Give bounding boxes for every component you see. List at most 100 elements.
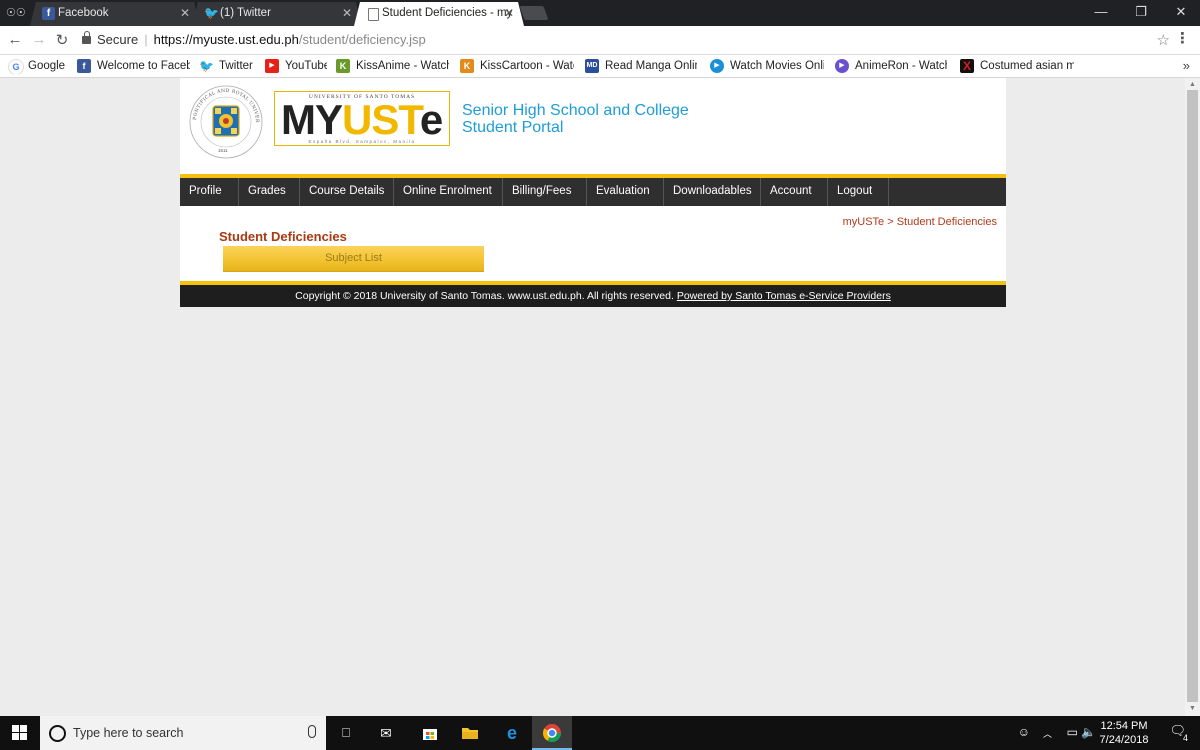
myuste-logo[interactable]: UNIVERSITY OF SANTO TOMAS MYUSTe España … bbox=[274, 91, 450, 146]
forward-arrow-icon[interactable]: → bbox=[30, 31, 48, 48]
bookmark-facebook[interactable]: f Welcome to Faceboo bbox=[77, 58, 190, 74]
page-title: Student Deficiencies bbox=[219, 229, 347, 244]
bookmark-watch-movies[interactable]: ▶ Watch Movies Onlin bbox=[710, 58, 824, 74]
facebook-icon: f bbox=[77, 59, 91, 73]
bookmark-animeron[interactable]: ▶ AnimeRon - Watch A bbox=[835, 58, 947, 74]
incognito-icon: ☉☉ bbox=[6, 7, 26, 19]
edge-icon[interactable]: e bbox=[500, 721, 524, 745]
bookmark-read-manga[interactable]: MD Read Manga Online bbox=[585, 58, 697, 74]
cortana-icon bbox=[49, 725, 66, 742]
bookmark-star-icon[interactable]: ☆ bbox=[1157, 31, 1170, 49]
store-icon[interactable] bbox=[418, 721, 442, 745]
x-site-icon: X bbox=[960, 59, 974, 73]
close-window-icon[interactable]: ✕ bbox=[1166, 4, 1196, 20]
portal-title-line2: Student Portal bbox=[462, 119, 564, 136]
kissanime-icon: K bbox=[336, 59, 350, 73]
nav-evaluation[interactable]: Evaluation bbox=[587, 178, 664, 206]
tab-student-deficiencies[interactable]: Student Deficiencies - my ✕ bbox=[354, 2, 524, 26]
bookmark-twitter[interactable]: 🐦 Twitter bbox=[199, 58, 257, 74]
nav-profile[interactable]: Profile bbox=[180, 178, 239, 206]
tab-twitter[interactable]: 🐦 (1) Twitter ✕ bbox=[192, 2, 362, 26]
nav-course-details[interactable]: Course Details bbox=[300, 178, 394, 206]
footer-powered-by-link[interactable]: Powered by Santo Tomas e-Service Provide… bbox=[677, 290, 891, 302]
bookmark-kisscartoon[interactable]: K KissCartoon - Watch bbox=[460, 58, 574, 74]
taskbar-clock[interactable]: 12:54 PM 7/24/2018 bbox=[1098, 719, 1150, 747]
twitter-icon: 🐦 bbox=[204, 6, 219, 20]
bookmark-label: KissAnime - Watch & bbox=[356, 60, 449, 72]
task-view-icon[interactable]: ⎕ bbox=[334, 721, 358, 745]
browser-tab-strip: ☉☉ f Facebook ✕ 🐦 (1) Twitter ✕ Student … bbox=[0, 0, 1200, 26]
close-tab-icon[interactable]: ✕ bbox=[180, 6, 190, 20]
restore-icon[interactable]: ❐ bbox=[1126, 4, 1156, 20]
bookmark-label: Read Manga Online bbox=[605, 60, 697, 72]
taskbar-search-box[interactable]: Type here to search bbox=[40, 716, 326, 750]
facebook-icon: f bbox=[42, 7, 55, 20]
nav-online-enrolment[interactable]: Online Enrolment bbox=[394, 178, 503, 206]
google-icon: G bbox=[8, 59, 24, 74]
minimize-icon[interactable]: — bbox=[1086, 4, 1116, 19]
people-icon[interactable]: ☺ bbox=[1018, 725, 1030, 739]
tab-facebook[interactable]: f Facebook ✕ bbox=[30, 2, 200, 26]
address-bar[interactable]: Secure | https://myuste.ust.edu.ph/student… bbox=[78, 29, 1172, 51]
close-tab-icon[interactable]: ✕ bbox=[342, 6, 352, 20]
nav-grades[interactable]: Grades bbox=[239, 178, 300, 206]
url-separator: | bbox=[144, 32, 148, 47]
portal-header: PONTIFICAL AND ROYAL UNIVERSITY OF SANTO… bbox=[180, 78, 1006, 174]
clock-date: 7/24/2018 bbox=[1099, 734, 1149, 746]
page-viewport: PONTIFICAL AND ROYAL UNIVERSITY OF SANTO… bbox=[0, 78, 1185, 716]
breadcrumb[interactable]: myUSTe > Student Deficiencies bbox=[843, 216, 997, 228]
portal-page: PONTIFICAL AND ROYAL UNIVERSITY OF SANTO… bbox=[180, 78, 1006, 307]
bookmark-costumed-asian[interactable]: X Costumed asian mo bbox=[960, 58, 1074, 74]
windows-start-icon[interactable] bbox=[12, 725, 28, 741]
nav-account[interactable]: Account bbox=[761, 178, 828, 206]
chrome-taskbar-icon[interactable] bbox=[532, 716, 572, 750]
nav-logout[interactable]: Logout bbox=[828, 178, 889, 206]
back-arrow-icon[interactable]: ← bbox=[6, 31, 24, 48]
nav-downloadables[interactable]: Downloadables bbox=[664, 178, 761, 206]
microphone-icon[interactable] bbox=[308, 725, 316, 738]
page-footer: Copyright © 2018 University of Santo Tom… bbox=[180, 285, 1006, 307]
lock-icon bbox=[82, 31, 91, 44]
bookmark-youtube[interactable]: ▶ YouTube bbox=[265, 58, 327, 74]
nav-billing-fees[interactable]: Billing/Fees bbox=[503, 178, 587, 206]
animeron-icon: ▶ bbox=[835, 59, 849, 73]
main-nav: Profile Grades Course Details Online Enr… bbox=[180, 178, 1006, 206]
subject-list-tab[interactable]: Subject List bbox=[223, 246, 484, 272]
bookmark-google[interactable]: G Google bbox=[8, 58, 68, 74]
volume-icon[interactable]: 🔈 bbox=[1081, 725, 1096, 739]
bookmark-label: Twitter bbox=[219, 60, 253, 72]
bookmark-label: Welcome to Faceboo bbox=[97, 60, 190, 72]
portal-title-line1: Senior High School and College bbox=[462, 102, 689, 119]
twitter-icon: 🐦 bbox=[199, 59, 214, 73]
close-tab-icon[interactable]: ✕ bbox=[504, 6, 514, 20]
chrome-menu-icon[interactable]: ⋮ bbox=[1175, 29, 1190, 47]
seal-year: 1611 bbox=[218, 148, 228, 153]
logo-address-text: España Blvd, Sampaloc, Manila bbox=[308, 139, 416, 144]
bookmark-label: Google bbox=[28, 60, 66, 72]
security-label: Secure bbox=[97, 32, 139, 47]
manga-icon: MD bbox=[585, 59, 599, 73]
reload-icon[interactable]: ↻ bbox=[53, 31, 71, 49]
file-explorer-icon[interactable] bbox=[458, 721, 482, 745]
portal-title: Senior High School and College Student P… bbox=[462, 102, 689, 136]
scrollbar-thumb[interactable] bbox=[1187, 90, 1198, 702]
bookmark-label: Watch Movies Onlin bbox=[730, 60, 824, 72]
new-tab-button[interactable] bbox=[519, 6, 549, 20]
bookmarks-overflow-button[interactable]: » bbox=[1183, 58, 1190, 73]
scroll-down-arrow-icon[interactable]: ▼ bbox=[1189, 705, 1196, 712]
url-host: https://myuste.ust.edu.ph bbox=[153, 32, 299, 47]
bookmark-kissanime[interactable]: K KissAnime - Watch & bbox=[336, 58, 449, 74]
scroll-up-arrow-icon[interactable]: ▲ bbox=[1189, 81, 1196, 88]
tab-title: Facebook bbox=[58, 7, 109, 19]
bookmark-label: YouTube bbox=[285, 60, 327, 72]
tray-overflow-chevron-icon[interactable]: ︿ bbox=[1043, 727, 1052, 740]
browser-toolbar: ← → ↻ Secure | https://myuste.ust.edu.ph/s… bbox=[0, 26, 1200, 55]
page-scrollbar[interactable]: ▲ ▼ bbox=[1185, 78, 1200, 716]
network-icon[interactable]: ▭ bbox=[1067, 725, 1078, 739]
bookmark-label: KissCartoon - Watch bbox=[480, 60, 574, 72]
mail-icon[interactable]: ✉ bbox=[374, 721, 398, 745]
logo-wordmark: MYUSTe bbox=[281, 96, 443, 143]
tab-title: Student Deficiencies - my bbox=[382, 7, 513, 19]
bookmark-label: Costumed asian mo bbox=[980, 60, 1074, 72]
notification-count: 4 bbox=[1182, 733, 1188, 743]
